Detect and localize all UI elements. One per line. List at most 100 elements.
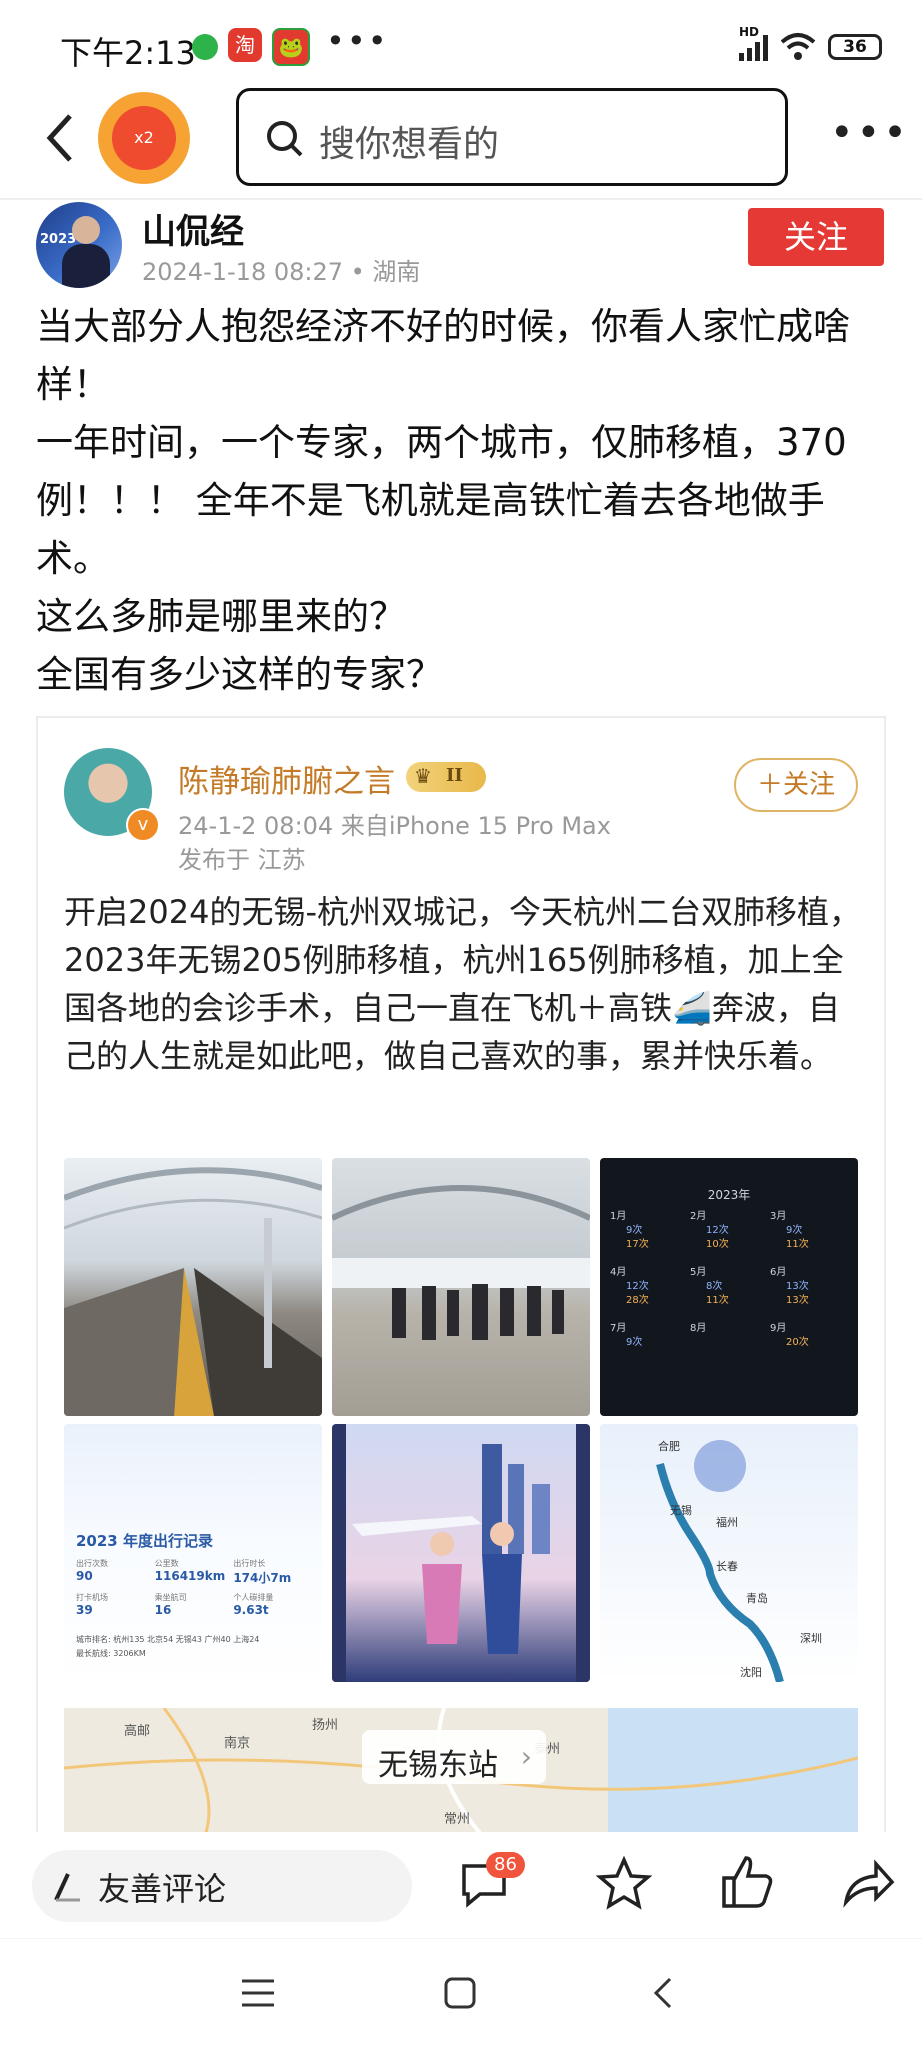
calendar-flights: 12次 bbox=[706, 1225, 729, 1236]
more-notifications-icon: ••• bbox=[326, 22, 389, 60]
calendar-trains: 13次 bbox=[786, 1295, 809, 1306]
calendar-cell: 4月 12次 28次 bbox=[610, 1266, 690, 1308]
record-stat-label: 个人碳排量 bbox=[233, 1593, 274, 1602]
calendar-flights: 9次 bbox=[626, 1225, 643, 1236]
record-stat: 乘坐航司 16 bbox=[155, 1592, 234, 1617]
search-box[interactable]: 搜你想看的 bbox=[236, 88, 788, 186]
pen-icon bbox=[54, 1873, 80, 1902]
record-stat-label: 出行次数 bbox=[76, 1559, 108, 1568]
calendar-trains: 20次 bbox=[786, 1337, 809, 1348]
comment-placeholder: 友善评论 bbox=[98, 1870, 227, 1908]
calendar-cell: 3月 9次 11次 bbox=[770, 1210, 850, 1252]
calendar-cell: 5月 8次 11次 bbox=[690, 1266, 770, 1308]
menu-icon[interactable] bbox=[240, 1975, 276, 2011]
status-bar: 下午2:13 淘 🐸 ••• HD 36 bbox=[0, 0, 922, 92]
post-line: 一年时间，一个专家，两个城市，仅肺移植，370例！！！ 全年不是飞机就是高铁忙着… bbox=[36, 421, 847, 580]
calendar-grid: 1月 9次 17次 2月 12次 10次 3月 9次 11次 4月 12次 28次 5月 8次 11… bbox=[610, 1210, 850, 1350]
quoted-text: 开启2024的无锡-杭州双城记，今天杭州二台双肺移植，2023年无锡205例肺移… bbox=[64, 888, 864, 1080]
calendar-cell: 2月 12次 10次 bbox=[690, 1210, 770, 1252]
map-place: 扬州 bbox=[312, 1718, 339, 1733]
home-icon[interactable] bbox=[442, 1975, 478, 2011]
record-stat: 出行次数 90 bbox=[76, 1558, 155, 1586]
calendar-flights: 12次 bbox=[626, 1281, 649, 1292]
route-city: 深圳 bbox=[800, 1632, 822, 1645]
back-arrow-icon[interactable] bbox=[40, 108, 80, 168]
badge-label: x2 bbox=[134, 128, 154, 147]
status-right: HD 36 bbox=[739, 25, 882, 64]
comment-count: 86 bbox=[486, 1852, 525, 1878]
record-stat: 打卡机场 39 bbox=[76, 1592, 155, 1617]
wifi-icon bbox=[780, 33, 816, 60]
record-stat-value: 9.63t bbox=[233, 1603, 269, 1617]
calendar-cell: 8月 bbox=[690, 1322, 770, 1350]
quoted-author-name[interactable]: 陈静瑜肺腑之言 bbox=[178, 756, 395, 801]
level-label: II bbox=[446, 765, 463, 786]
red-packet-badge[interactable]: x2 bbox=[98, 92, 190, 184]
route-city: 长春 bbox=[716, 1560, 738, 1573]
quoted-meta: 24-1-2 08:04 来自iPhone 15 Pro Max bbox=[178, 812, 611, 840]
author-avatar[interactable]: 2023 bbox=[36, 202, 122, 288]
record-stats: 出行次数 90 公里数 116419km 出行时长 174小7m 打卡机场 39 乘坐航… bbox=[76, 1558, 312, 1617]
calendar-month: 8月 bbox=[690, 1323, 707, 1334]
route-city: 无锡 bbox=[670, 1504, 692, 1517]
route-city: 沈阳 bbox=[740, 1666, 762, 1679]
record-stat-label: 出行时长 bbox=[233, 1559, 266, 1568]
calendar-cell: 1月 9次 17次 bbox=[610, 1210, 690, 1252]
photo-travel-record[interactable]: 2023 年度出行记录 出行次数 90 公里数 116419km 出行时长 174小7… bbox=[64, 1424, 322, 1682]
record-stat: 公里数 116419km bbox=[155, 1558, 234, 1586]
calendar-trains: 28次 bbox=[626, 1295, 649, 1306]
map-location-chip[interactable]: 无锡东站 › bbox=[362, 1730, 546, 1784]
battery-level: 36 bbox=[843, 37, 867, 57]
avatar-person bbox=[72, 216, 100, 244]
record-stat-label: 乘坐航司 bbox=[154, 1593, 187, 1602]
map-place: 南京 bbox=[224, 1736, 251, 1751]
author-meta: 2024-1-18 08:27 • 湖南 bbox=[142, 258, 421, 286]
quoted-follow-button[interactable]: ＋关注 bbox=[734, 758, 858, 812]
app-icon: 🐸 bbox=[272, 28, 310, 66]
crown-icon: ♛ bbox=[414, 764, 432, 788]
calendar-flights: 9次 bbox=[626, 1337, 643, 1348]
location-map[interactable]: 扬州 南京 高邮 泰州 常州 无锡东站 › bbox=[64, 1708, 858, 1838]
share-icon[interactable] bbox=[840, 1856, 896, 1912]
calendar-month: 5月 bbox=[690, 1267, 707, 1278]
calendar-flights: 8次 bbox=[706, 1281, 723, 1292]
record-stat-value: 16 bbox=[154, 1603, 172, 1617]
calendar-month: 3月 bbox=[770, 1211, 787, 1222]
calendar-month: 9月 bbox=[770, 1323, 787, 1334]
signal-icon: HD bbox=[739, 25, 768, 61]
record-stat-value: 90 bbox=[76, 1569, 93, 1583]
photo-travel-calendar[interactable]: 2023年 1月 9次 17次 2月 12次 10次 3月 9次 11次 4月 12次 28次 … bbox=[600, 1158, 858, 1416]
record-title: 2023 年度出行记录 bbox=[76, 1532, 213, 1550]
chevron-right-icon: › bbox=[520, 1740, 532, 1773]
record-stat-value: 39 bbox=[76, 1603, 93, 1617]
more-menu-icon[interactable]: ••• bbox=[830, 110, 910, 156]
photo-train-platform[interactable] bbox=[64, 1158, 322, 1416]
calendar-flights: 13次 bbox=[786, 1281, 809, 1292]
map-place: 常州 bbox=[444, 1812, 471, 1827]
record-stat: 出行时长 174小7m bbox=[233, 1558, 312, 1586]
record-stat-label: 打卡机场 bbox=[76, 1593, 108, 1602]
comment-input[interactable]: 友善评论 bbox=[32, 1850, 412, 1922]
route-city: 福州 bbox=[716, 1516, 738, 1529]
photo-route-map[interactable]: 合肥 无锡 福州 长春 青岛 深圳 沈阳 bbox=[600, 1424, 858, 1682]
record-stat: 个人碳排量 9.63t bbox=[233, 1592, 312, 1617]
follow-button[interactable]: 关注 bbox=[748, 208, 884, 266]
platform-drawing bbox=[64, 1167, 322, 1416]
calendar-month: 4月 bbox=[610, 1267, 627, 1278]
calendar-cell: 6月 13次 13次 bbox=[770, 1266, 850, 1308]
quoted-location: 发布于 江苏 bbox=[178, 846, 306, 874]
record-stat-label: 公里数 bbox=[154, 1559, 179, 1568]
author-name[interactable]: 山侃经 bbox=[142, 204, 244, 253]
back-icon[interactable] bbox=[646, 1975, 682, 2011]
photo-travel-illustration[interactable] bbox=[332, 1424, 590, 1682]
calendar-trains: 10次 bbox=[706, 1239, 729, 1250]
calendar-month: 7月 bbox=[610, 1323, 627, 1334]
search-placeholder: 搜你想看的 bbox=[319, 124, 500, 165]
search-icon bbox=[267, 121, 303, 157]
route-city: 青岛 bbox=[746, 1592, 768, 1605]
star-icon[interactable] bbox=[596, 1856, 652, 1912]
like-icon[interactable] bbox=[718, 1852, 774, 1912]
post-line: 当大部分人抱怨经济不好的时候，你看人家忙成啥样！ bbox=[36, 305, 850, 406]
calendar-trains: 17次 bbox=[626, 1239, 649, 1250]
photo-station-crowd[interactable] bbox=[332, 1158, 590, 1416]
